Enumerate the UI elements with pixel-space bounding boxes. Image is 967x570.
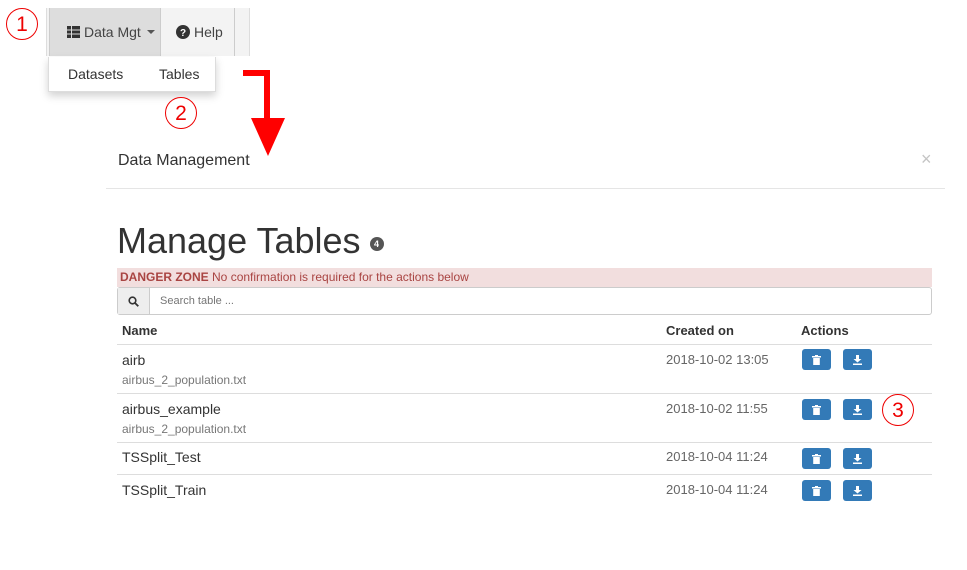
modal-title: Data Management (118, 152, 250, 169)
column-header-actions: Actions (801, 323, 849, 338)
help-label: Help (194, 24, 223, 40)
table-row-created: 2018-10-02 11:55 (666, 401, 768, 416)
annotation-2: 2 (165, 97, 197, 129)
search-group (117, 287, 932, 315)
data-mgt-label: Data Mgt (84, 24, 141, 40)
search-addon (118, 288, 150, 314)
trash-icon (812, 453, 821, 464)
count-badge: 4 (369, 237, 384, 251)
danger-zone-label: DANGER ZONE (120, 270, 209, 284)
row-divider (117, 474, 932, 475)
page-title-text: Manage Tables (117, 220, 361, 261)
delete-button[interactable] (802, 399, 831, 420)
help-menu[interactable]: ? Help (163, 8, 235, 56)
download-icon (853, 485, 862, 496)
help-circle-icon: ? (176, 25, 190, 39)
table-row-created: 2018-10-04 11:24 (666, 482, 768, 497)
table-row-name: TSSplit_Train (122, 482, 207, 498)
table-row-name: TSSplit_Test (122, 449, 201, 465)
trash-icon (812, 404, 821, 415)
trash-icon (812, 485, 821, 496)
danger-zone-banner: DANGER ZONE No confirmation is required … (117, 268, 932, 287)
table-row-file: airbus_2_population.txt (122, 373, 247, 387)
page-title: Manage Tables 4 (117, 220, 384, 262)
modal-header-divider (106, 188, 945, 189)
table-icon (67, 26, 80, 38)
search-input[interactable] (150, 288, 931, 314)
header-divider (117, 344, 932, 345)
delete-button[interactable] (802, 480, 831, 501)
annotation-3: 3 (882, 394, 914, 426)
table-row-name: airb (122, 352, 146, 368)
table-row-created: 2018-10-02 13:05 (666, 352, 769, 367)
download-icon (853, 354, 862, 365)
red-arrow (243, 70, 285, 156)
download-button[interactable] (843, 349, 872, 370)
row-divider (117, 442, 932, 443)
column-header-name: Name (122, 323, 158, 338)
navbar: Data Mgt ? Help (46, 8, 250, 56)
download-button[interactable] (843, 448, 872, 469)
dropdown-item-datasets[interactable]: Datasets (68, 66, 123, 82)
close-icon[interactable]: × (921, 149, 932, 170)
svg-text:?: ? (180, 28, 186, 39)
column-header-created: Created on (666, 323, 734, 338)
row-divider (117, 393, 932, 394)
download-button[interactable] (843, 399, 872, 420)
danger-zone-text: No confirmation is required for the acti… (212, 270, 469, 284)
download-button[interactable] (843, 480, 872, 501)
annotation-1: 1 (6, 8, 38, 40)
download-icon (853, 404, 862, 415)
delete-button[interactable] (802, 349, 831, 370)
delete-button[interactable] (802, 448, 831, 469)
table-row-name: airbus_example (122, 401, 221, 417)
table-row-file: airbus_2_population.txt (122, 422, 247, 436)
trash-icon (812, 354, 821, 365)
search-icon (128, 295, 139, 307)
download-icon (853, 453, 862, 464)
data-mgt-dropdown: Datasets Tables (48, 57, 216, 92)
dropdown-item-tables[interactable]: Tables (159, 66, 199, 82)
data-mgt-menu[interactable]: Data Mgt (49, 8, 161, 56)
caret-down-icon (146, 30, 155, 34)
table-row-created: 2018-10-04 11:24 (666, 449, 768, 464)
